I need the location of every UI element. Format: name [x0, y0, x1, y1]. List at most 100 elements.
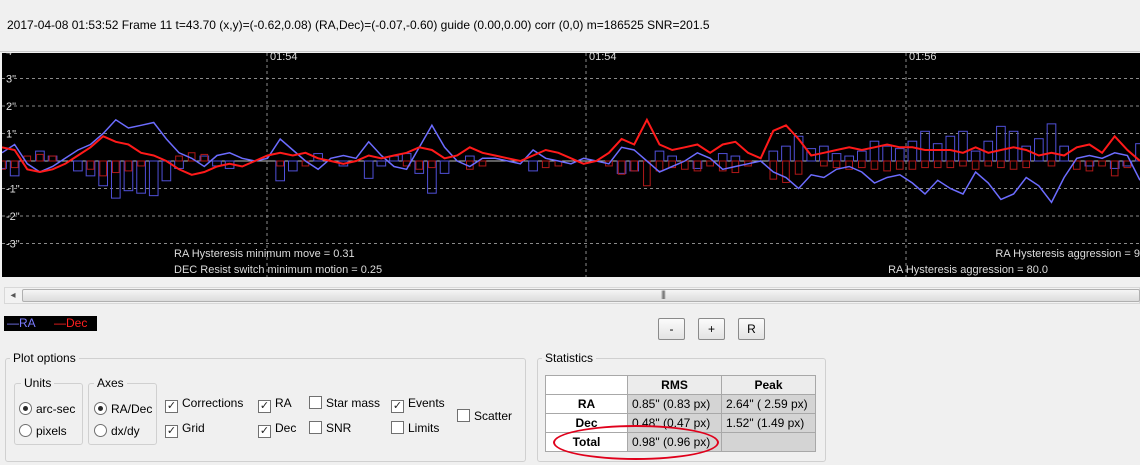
y-tick-label: -2": [6, 211, 20, 223]
dec-correction-bar: [175, 155, 183, 162]
scroll-left-arrow-icon[interactable]: ◂: [6, 288, 20, 303]
dec-correction-bar: [908, 160, 917, 170]
ra-checkbox[interactable]: ✓ RA: [258, 396, 292, 413]
zoom-out-button[interactable]: -: [658, 318, 685, 340]
y-tick-label: 4": [6, 53, 16, 58]
ra-correction-bar: [1034, 138, 1044, 162]
statistics-title: Statistics: [542, 352, 597, 365]
y-tick-label: 3": [6, 74, 16, 86]
limits-checkbox[interactable]: Limits: [391, 421, 439, 435]
y-tick-label: 2": [6, 101, 16, 113]
ra-correction-bar: [907, 140, 918, 162]
axes-dxdy-radio[interactable]: dx/dy: [94, 424, 140, 438]
dec-series-line: [2, 117, 1140, 176]
ra-correction-bar: [465, 155, 475, 162]
snr-checkbox[interactable]: SNR: [309, 421, 351, 435]
row-label-ra: RA: [545, 394, 628, 414]
checkbox-empty-icon: [457, 409, 470, 422]
dec-peak-value: 1.52" (1.49 px): [721, 413, 816, 433]
checkbox-checked-icon: ✓: [165, 400, 178, 413]
time-label: 01:54: [270, 53, 298, 63]
checkbox-empty-icon: [309, 396, 322, 409]
scatter-checkbox[interactable]: Scatter: [457, 409, 512, 423]
table-header-row: RMS Peak: [545, 375, 816, 395]
dec-correction-bar: [921, 160, 929, 169]
dec-correction-bar: [820, 160, 828, 167]
rms-header: RMS: [627, 375, 722, 395]
star-mass-checkbox[interactable]: Star mass: [309, 396, 380, 410]
ra-correction-bar: [1008, 130, 1019, 162]
dec-correction-bar: [124, 160, 133, 172]
ra-correction-bar: [831, 153, 842, 162]
dec-correction-bar: [858, 160, 866, 169]
legend-ra: —RA: [7, 316, 36, 330]
dec-correction-bar: [10, 160, 19, 169]
dec-correction-bar: [643, 160, 651, 187]
checkbox-empty-icon: [391, 421, 404, 434]
dec-correction-bar: [971, 160, 980, 170]
ra-correction-bar: [894, 148, 905, 162]
peak-header: Peak: [721, 375, 816, 395]
dec-correction-bar: [984, 160, 993, 167]
ra-correction-bar: [932, 143, 943, 162]
events-checkbox[interactable]: ✓ Events: [391, 396, 445, 413]
ra-correction-bar: [376, 160, 387, 167]
ra-rms-value: 0.85" (0.83 px): [627, 394, 722, 414]
dec-correction-bar: [997, 160, 1005, 169]
units-title: Units: [21, 377, 55, 390]
dec-correction-bar: [428, 160, 436, 169]
axes-radec-radio[interactable]: RA/Dec: [94, 402, 152, 416]
scrollbar-thumb[interactable]: |||: [22, 289, 1140, 302]
ra-correction-bar: [945, 135, 956, 162]
radio-empty-icon: [94, 424, 107, 437]
dec-correction-bar: [946, 160, 955, 169]
checkbox-checked-icon: ✓: [391, 400, 404, 413]
checkbox-empty-icon: [309, 421, 322, 434]
ra-correction-bar: [970, 150, 981, 162]
checkbox-checked-icon: ✓: [258, 425, 271, 438]
ra-correction-bar: [439, 160, 450, 174]
ra-correction-bar: [781, 145, 791, 162]
graph-canvas[interactable]: 4" 3" 2" 1" -1" -2" -3" 01:54 01:54 01:56 RA Hyste…: [2, 53, 1140, 277]
horizontal-scrollbar[interactable]: ◂ |||: [4, 287, 1140, 304]
dec-correction-bar: [1022, 160, 1031, 169]
ra-correction-bar: [148, 160, 159, 197]
units-arcsec-radio[interactable]: arc-sec: [19, 402, 75, 416]
y-tick-label: 1": [6, 129, 16, 141]
ra-correction-bar: [654, 150, 665, 162]
ra-min-move-annotation: RA Hysteresis minimum move = 0.31: [174, 248, 355, 260]
radio-selected-icon: [19, 402, 32, 415]
status-text: 2017-04-08 01:53:52 Frame 11 t=43.70 (x,…: [7, 18, 710, 32]
dec-correction-bar: [478, 160, 487, 167]
ra-correction-bar: [528, 160, 538, 172]
y-tick-label: -3": [6, 239, 20, 251]
grid-checkbox[interactable]: ✓ Grid: [165, 421, 205, 438]
ra-aggression-annotation-top: RA Hysteresis aggression = 9: [995, 248, 1140, 260]
units-pixels-radio[interactable]: pixels: [19, 424, 67, 438]
zoom-in-button[interactable]: +: [698, 318, 725, 340]
table-row: RA 0.85" (0.83 px) 2.64" ( 2.59 px): [545, 394, 816, 414]
y-tick-label: -1": [6, 184, 20, 196]
ra-correction-bar: [882, 145, 892, 162]
dec-correction-bar: [415, 160, 424, 170]
radio-empty-icon: [19, 424, 32, 437]
dec-correction-bar: [86, 160, 95, 170]
ra-correction-bar: [717, 153, 728, 162]
reset-zoom-button[interactable]: R: [738, 318, 765, 340]
dec-correction-bar: [1009, 160, 1018, 170]
dec-resist-annotation: DEC Resist switch minimum motion = 0.25: [174, 264, 382, 276]
ra-correction-bar: [667, 155, 677, 162]
dec-correction-bar: [1098, 160, 1106, 167]
guide-graph[interactable]: 4" 3" 2" 1" -1" -2" -3" 01:54 01:54 01:56 RA Hyste…: [2, 53, 1140, 277]
scrollbar-grip: |||: [661, 289, 666, 299]
dec-correction-bar: [99, 160, 107, 177]
corrections-checkbox[interactable]: ✓ Corrections: [165, 396, 243, 413]
checkbox-checked-icon: ✓: [165, 425, 178, 438]
dec-correction-bar: [870, 160, 879, 170]
dec-correction-bar: [137, 160, 145, 167]
ra-correction-bar: [768, 150, 779, 162]
ra-correction-bar: [363, 160, 374, 179]
dec-correction-bar: [832, 160, 841, 169]
dec-checkbox[interactable]: ✓ Dec: [258, 421, 296, 438]
table-corner-cell: [545, 375, 628, 395]
